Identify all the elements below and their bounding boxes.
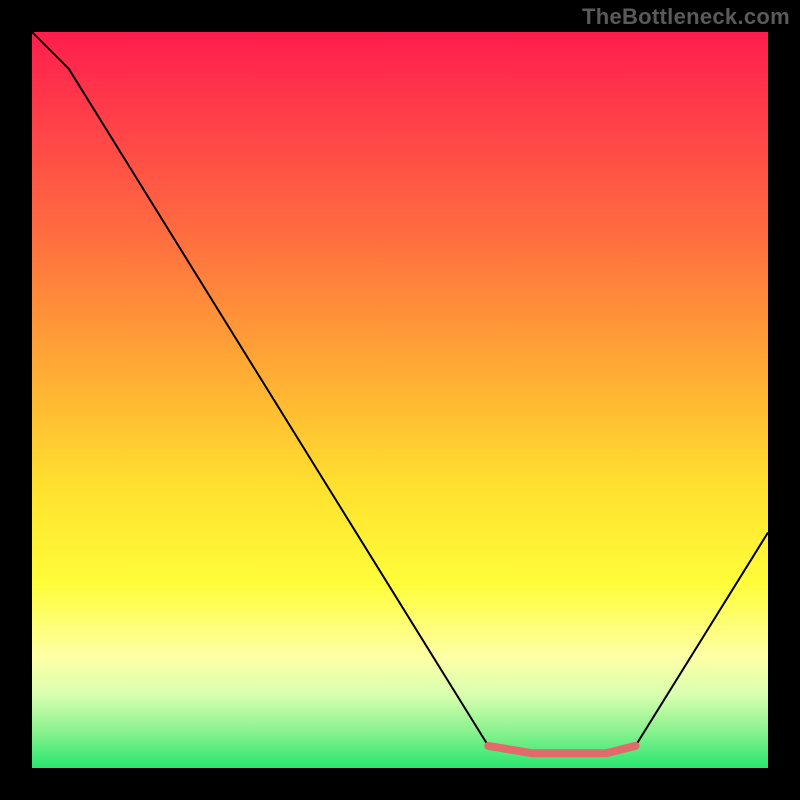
flat-bottom-highlight-path <box>488 746 635 753</box>
chart-svg <box>32 32 768 768</box>
bottleneck-curve-path <box>32 32 768 753</box>
plot-area <box>32 32 768 768</box>
chart-frame: TheBottleneck.com <box>0 0 800 800</box>
watermark-text: TheBottleneck.com <box>582 4 790 30</box>
